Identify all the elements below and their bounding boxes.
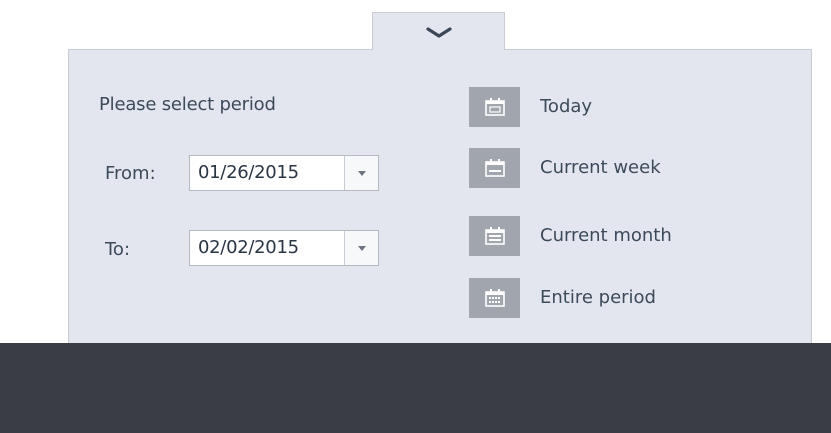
calendar-week-icon [469, 148, 520, 188]
preset-today[interactable]: Today [469, 87, 769, 127]
collapse-tab[interactable] [372, 12, 505, 50]
preset-today-label: Today [540, 96, 593, 117]
preset-entire-period[interactable]: Entire period [469, 278, 769, 318]
from-date-picker[interactable]: 01/26/2015 [189, 155, 379, 191]
preset-current-month[interactable]: Current month [469, 216, 769, 256]
calendar-day-icon [469, 87, 520, 127]
dropdown-arrow-icon [358, 171, 366, 176]
calendar-month-icon [469, 216, 520, 256]
chevron-down-icon [426, 27, 452, 38]
period-prompt: Please select period [99, 94, 276, 115]
footer-bar [0, 343, 831, 433]
to-dropdown-button[interactable] [344, 231, 378, 265]
to-label: To: [105, 239, 131, 260]
preset-entire-period-label: Entire period [540, 287, 656, 308]
preset-current-week[interactable]: Current week [469, 148, 769, 188]
from-dropdown-button[interactable] [344, 156, 378, 190]
calendar-all-icon [469, 278, 520, 318]
to-date-input[interactable]: 02/02/2015 [198, 237, 299, 258]
from-label: From: [105, 163, 156, 184]
dropdown-arrow-icon [358, 246, 366, 251]
to-date-picker[interactable]: 02/02/2015 [189, 230, 379, 266]
from-date-input[interactable]: 01/26/2015 [198, 162, 299, 183]
preset-current-week-label: Current week [540, 157, 661, 178]
preset-current-month-label: Current month [540, 225, 672, 246]
